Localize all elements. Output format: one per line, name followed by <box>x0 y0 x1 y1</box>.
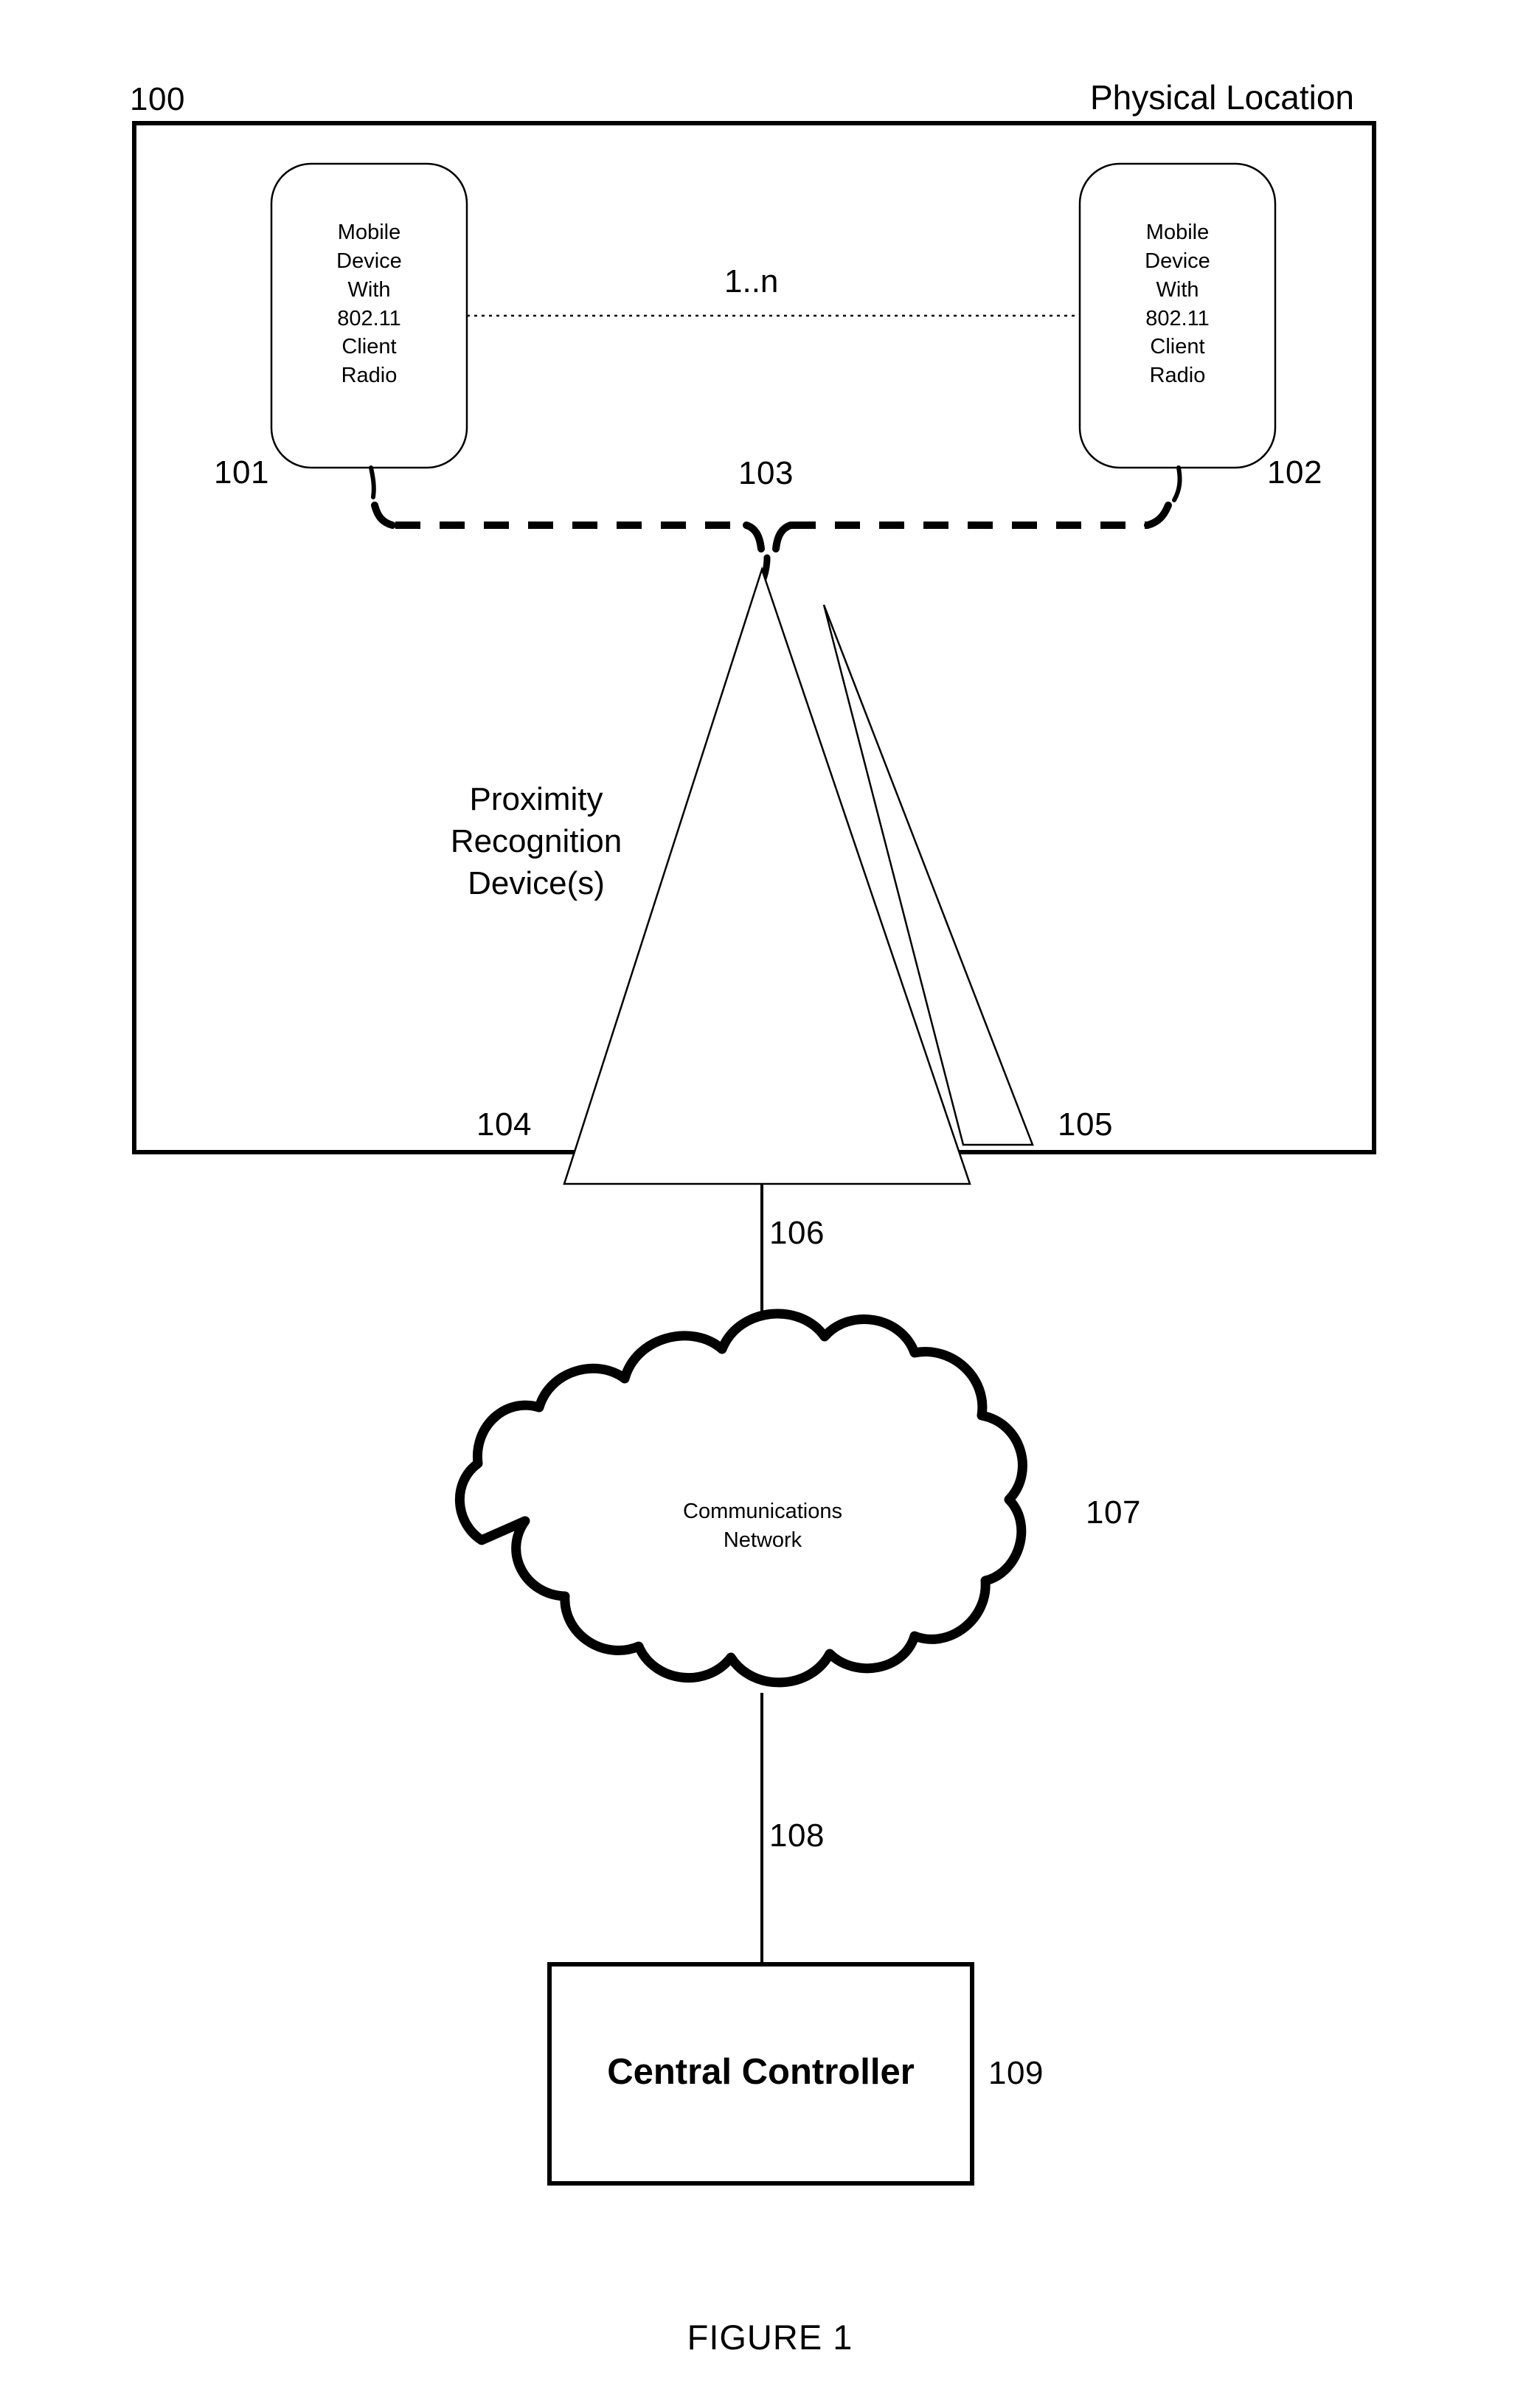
ref-label-108: 108 <box>769 1817 825 1854</box>
figure-vector-layer <box>132 121 1376 2186</box>
ref-label-104: 104 <box>476 1106 532 1143</box>
leader-102 <box>1172 465 1182 502</box>
patent-figure-1: 100 Physical Location Mobile Device With… <box>0 0 1540 2398</box>
wireless-brace-left-end <box>371 502 396 529</box>
ref-label-105: 105 <box>1058 1106 1113 1143</box>
wireless-brace-right-end <box>1144 502 1172 529</box>
ref-label-107: 107 <box>1086 1494 1141 1531</box>
mobile-device-102-label: Mobile Device With 802.11 Client Radio <box>1145 221 1210 388</box>
communications-network-label: Communications Network <box>683 1500 842 1553</box>
mobile-device-101-label: Mobile Device With 802.11 Client Radio <box>336 221 402 388</box>
leader-101 <box>369 465 376 499</box>
physical-location-title: Physical Location <box>1090 78 1354 117</box>
wireless-brace-center-right <box>772 521 794 552</box>
ref-label-103: 103 <box>738 455 794 491</box>
cardinality-label: 1..n <box>724 263 779 299</box>
ref-label-100: 100 <box>130 81 185 117</box>
ref-label-101: 101 <box>214 454 269 491</box>
proximity-recognition-label: Proximity Recognition Device(s) <box>450 781 622 902</box>
wireless-brace-center-left <box>743 521 765 552</box>
ref-label-102: 102 <box>1267 454 1322 491</box>
ref-label-106: 106 <box>769 1215 825 1251</box>
central-controller-label: Central Controller <box>607 2052 915 2092</box>
ref-label-109: 109 <box>988 2055 1044 2091</box>
figure-caption: FIGURE 1 <box>687 2318 853 2357</box>
